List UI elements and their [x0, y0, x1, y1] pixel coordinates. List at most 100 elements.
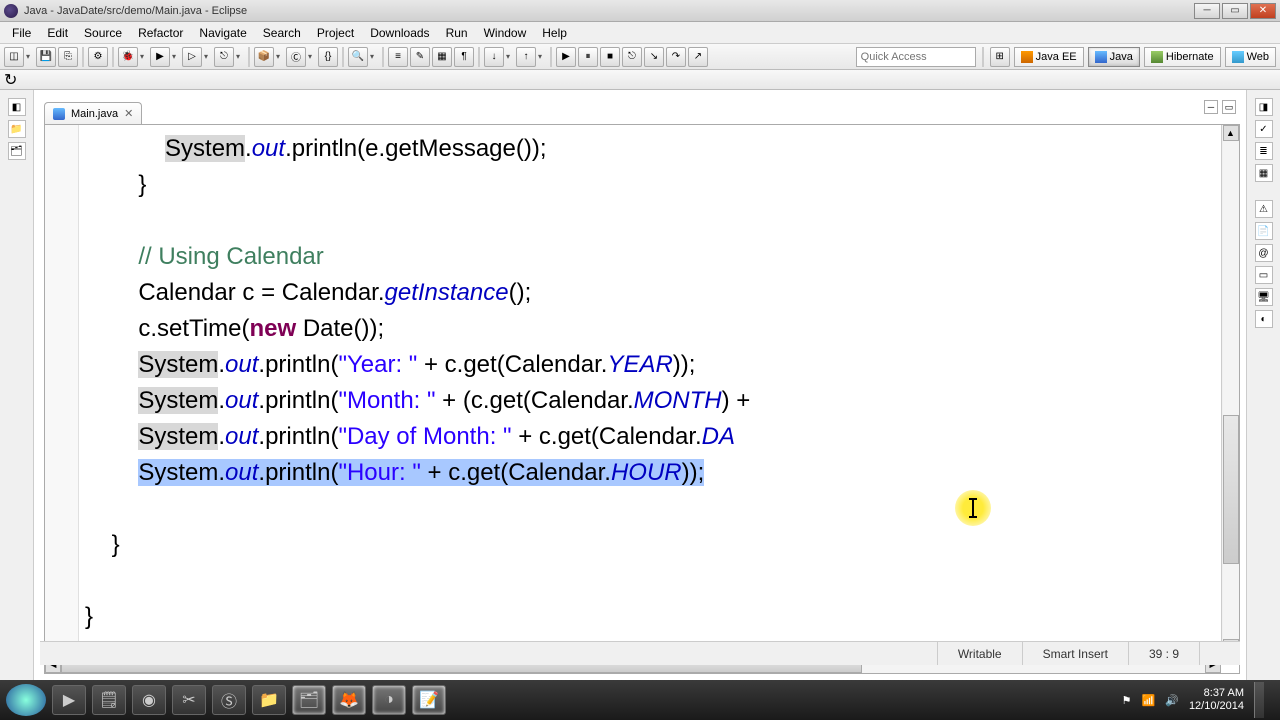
open-perspective-button[interactable]: ⊞ — [990, 47, 1010, 67]
next-annotation-button[interactable]: ↓ — [484, 47, 504, 67]
debug-button[interactable]: 🐞 — [118, 47, 138, 67]
menu-refactor[interactable]: Refactor — [130, 24, 191, 42]
chevron-down-icon[interactable]: ▾ — [308, 52, 316, 61]
chevron-down-icon[interactable]: ▾ — [276, 52, 284, 61]
menu-search[interactable]: Search — [255, 24, 309, 42]
maximize-button[interactable]: ▭ — [1222, 3, 1248, 19]
problems-icon[interactable]: ⚠ — [1255, 200, 1273, 218]
new-class-button[interactable]: Ⓒ — [286, 47, 306, 67]
perspective-web[interactable]: Web — [1225, 47, 1276, 67]
perspective-hibernate[interactable]: Hibernate — [1144, 47, 1221, 67]
taskbar-skype[interactable]: Ⓢ — [212, 685, 246, 715]
console-icon[interactable]: ▭ — [1255, 266, 1273, 284]
outline-icon[interactable]: ≣ — [1255, 142, 1273, 160]
chevron-down-icon[interactable]: ▾ — [204, 52, 212, 61]
editor-tab-main[interactable]: Main.java ✕ — [44, 102, 142, 124]
package-explorer-icon[interactable]: 📁 — [8, 120, 26, 138]
chevron-down-icon[interactable]: ▾ — [236, 52, 244, 61]
open-type-button[interactable]: {} — [318, 47, 338, 67]
restore-view-button[interactable]: ◧ — [8, 98, 26, 116]
step-over-button[interactable]: ↷ — [666, 47, 686, 67]
taskbar-chrome[interactable]: ◉ — [132, 685, 166, 715]
menu-window[interactable]: Window — [476, 24, 535, 42]
start-button[interactable] — [6, 684, 46, 716]
save-button[interactable]: 💾 — [36, 47, 56, 67]
system-tray[interactable]: ⚑ 📶 🔊 8:37 AM 12/10/2014 — [1122, 682, 1274, 718]
java-icon — [1095, 51, 1107, 63]
scroll-up-icon[interactable]: ▲ — [1223, 125, 1239, 141]
taskbar-firefox[interactable]: 🦊 — [332, 685, 366, 715]
code-editor[interactable]: System.out.println(e.getMessage()); } //… — [44, 124, 1240, 674]
menu-file[interactable]: File — [4, 24, 39, 42]
maximize-editor-button[interactable]: ▭ — [1222, 100, 1236, 114]
menu-edit[interactable]: Edit — [39, 24, 76, 42]
terminate-button[interactable]: ■ — [600, 47, 620, 67]
declaration-icon[interactable]: @ — [1255, 244, 1273, 262]
run-button[interactable]: ▶ — [150, 47, 170, 67]
menu-source[interactable]: Source — [76, 24, 130, 42]
step-return-button[interactable]: ↗ — [688, 47, 708, 67]
minimap-icon[interactable]: ▦ — [1255, 164, 1273, 182]
chevron-down-icon[interactable]: ▾ — [370, 52, 378, 61]
tray-flag-icon[interactable]: ⚑ — [1122, 694, 1132, 707]
close-button[interactable]: ✕ — [1250, 3, 1276, 19]
minimize-editor-button[interactable]: ─ — [1204, 100, 1218, 114]
taskbar-eclipse[interactable]: ◑ — [372, 685, 406, 715]
chevron-down-icon[interactable]: ▾ — [26, 52, 34, 61]
servers-icon[interactable]: 🖥 — [1255, 288, 1273, 306]
search-button[interactable]: 🔍 — [348, 47, 368, 67]
taskbar-explorer-window[interactable]: 🗂 — [292, 685, 326, 715]
toggle-block-button[interactable]: ▦ — [432, 47, 452, 67]
run-last-button[interactable]: ▷ — [182, 47, 202, 67]
minimize-button[interactable]: ─ — [1194, 3, 1220, 19]
show-desktop-button[interactable] — [1254, 682, 1264, 718]
prev-annotation-button[interactable]: ↑ — [516, 47, 536, 67]
disconnect-button[interactable]: ⎋ — [622, 47, 642, 67]
toggle-mark-button[interactable]: ✎ — [410, 47, 430, 67]
taskbar-snip[interactable]: ✂ — [172, 685, 206, 715]
chevron-down-icon[interactable]: ▾ — [538, 52, 546, 61]
tab-close-icon[interactable]: ✕ — [124, 107, 133, 120]
quick-access-input[interactable] — [856, 47, 976, 67]
save-all-button[interactable]: ⎘ — [58, 47, 78, 67]
restore-view-button[interactable]: ◨ — [1255, 98, 1273, 116]
suspend-button[interactable]: ⏸ — [578, 47, 598, 67]
perspective-java[interactable]: Java — [1088, 47, 1140, 67]
refresh-button[interactable]: ↻ — [4, 70, 17, 90]
new-package-button[interactable]: 📦 — [254, 47, 274, 67]
resume-button[interactable]: ▶ — [556, 47, 576, 67]
new-button[interactable]: ◫ — [4, 47, 24, 67]
hibernate-icon — [1151, 51, 1163, 63]
menu-help[interactable]: Help — [534, 24, 575, 42]
menu-navigate[interactable]: Navigate — [191, 24, 254, 42]
tray-volume-icon[interactable]: 🔊 — [1165, 694, 1179, 707]
perspective-label: Java EE — [1036, 51, 1077, 63]
task-list-icon[interactable]: ✓ — [1255, 120, 1273, 138]
eclipse-icon — [4, 4, 18, 18]
menu-downloads[interactable]: Downloads — [362, 24, 437, 42]
scroll-thumb[interactable] — [1223, 415, 1239, 564]
build-button[interactable]: ⚙ — [88, 47, 108, 67]
taskbar-notepad[interactable]: 📝 — [412, 685, 446, 715]
workspace: ◧ 📁 🗂 Main.java ✕ ─ ▭ System.out.println… — [0, 90, 1280, 680]
javadoc-icon[interactable]: 📄 — [1255, 222, 1273, 240]
taskbar-explorer[interactable]: 📁 — [252, 685, 286, 715]
code-area[interactable]: System.out.println(e.getMessage()); } //… — [45, 125, 1221, 655]
navigator-icon[interactable]: 🗂 — [8, 142, 26, 160]
taskbar-sticky-notes[interactable]: 🗒 — [92, 685, 126, 715]
tray-clock[interactable]: 8:37 AM 12/10/2014 — [1189, 687, 1244, 713]
menu-project[interactable]: Project — [309, 24, 362, 42]
progress-icon[interactable]: ◐ — [1255, 310, 1273, 328]
show-whitespace-button[interactable]: ¶ — [454, 47, 474, 67]
vertical-scrollbar[interactable]: ▲ ▼ — [1221, 125, 1239, 655]
menu-run[interactable]: Run — [438, 24, 476, 42]
tray-network-icon[interactable]: 📶 — [1142, 694, 1156, 707]
taskbar-media-player[interactable]: ▶ — [52, 685, 86, 715]
step-into-button[interactable]: ↘ — [644, 47, 664, 67]
perspective-javaee[interactable]: Java EE — [1014, 47, 1084, 67]
chevron-down-icon[interactable]: ▾ — [140, 52, 148, 61]
chevron-down-icon[interactable]: ▾ — [506, 52, 514, 61]
chevron-down-icon[interactable]: ▾ — [172, 52, 180, 61]
toggle-breadcrumb-button[interactable]: ≡ — [388, 47, 408, 67]
external-tools-button[interactable]: ⎋ — [214, 47, 234, 67]
